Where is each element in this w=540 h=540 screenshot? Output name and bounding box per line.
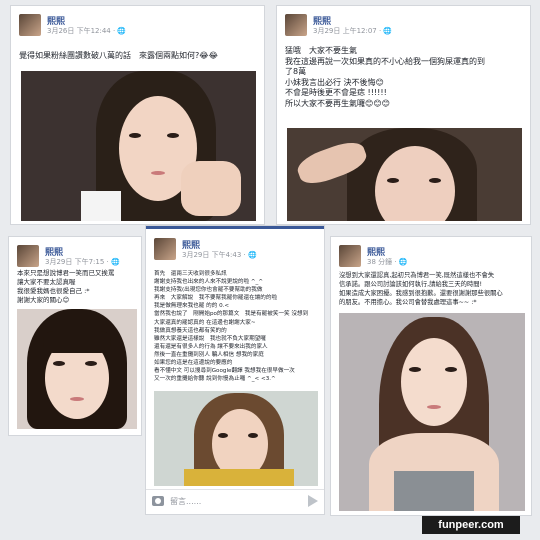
top bbox=[394, 471, 474, 511]
lips bbox=[427, 405, 441, 409]
eye bbox=[129, 133, 141, 138]
post-line: 還有還是有很多人的行為 讓不要來出我的家人 bbox=[154, 343, 268, 350]
post-card-4: 熙熙 3月29日 下午4:43 · 🌐 首先 還兩三天收到很多私訊 謝謝支持我也… bbox=[145, 225, 325, 515]
avatar[interactable] bbox=[19, 14, 41, 36]
post-line: 信承諾。跟公司討論該如何執行,請給我三天的時間! bbox=[339, 281, 483, 288]
post-line: 謝謝大家的關心😊 bbox=[17, 296, 70, 304]
scarf bbox=[184, 469, 294, 486]
eye bbox=[53, 361, 65, 366]
post-line: 謝謝支持我也出來的人來不說更說的啦 ^_^ bbox=[154, 279, 264, 286]
post-line: 然後一直在重攤到別人 騙人相信 想我的家庭 bbox=[154, 351, 264, 358]
post-header: 熙熙 3月26日 下午12:44 · 🌐 bbox=[19, 14, 258, 38]
eye bbox=[167, 133, 179, 138]
post-text: 覺得如果粉絲團讚數破八萬的話 來露個兩點如何?😂😂 bbox=[19, 51, 258, 62]
camera-icon[interactable] bbox=[152, 496, 164, 506]
post-line: 我做真想養天這也都有笑的的 bbox=[154, 327, 227, 334]
post-line: 如果您的這是在這邊說的要應的 bbox=[154, 360, 233, 367]
lips bbox=[70, 397, 84, 401]
eye bbox=[445, 367, 457, 372]
avatar[interactable] bbox=[285, 14, 307, 36]
eye bbox=[218, 433, 228, 438]
comment-bar: 留言...... bbox=[146, 489, 324, 514]
eye bbox=[248, 433, 258, 438]
post-text: 猛哦 大家不要生氣 我在這邊再說一次如果真的不小心給我一個狗屎運真的到 了8萬 … bbox=[285, 46, 524, 109]
post-line: 不會是時後更不會是痣 !!!!!! bbox=[285, 88, 387, 97]
post-line: 我謝支持我(出現您你也會罷不要幫助的我做 bbox=[154, 287, 263, 294]
white-collar bbox=[81, 191, 121, 221]
post-card-1: 熙熙 3月26日 下午12:44 · 🌐 覺得如果粉絲團讚數破八萬的話 來露個兩… bbox=[10, 5, 265, 225]
post-text: 本來只是想說博君一笑而已又挨罵 讓大家不要太認真喔 我很愛我媽也很愛自己 :* … bbox=[17, 269, 135, 305]
post-photo[interactable] bbox=[154, 391, 318, 486]
post-line: 所以大家不要再生氣囉😊😊😊 bbox=[285, 98, 391, 108]
post-line: 小妹我言出必行 決不後悔😊 bbox=[285, 77, 384, 87]
post-line: 看不懂中文 可以搜尋到Google翻譯 我想我在很早做一次 bbox=[154, 368, 295, 375]
post-line: 覺得如果粉絲團讚數破八萬的話 來露個兩點如何?😂😂 bbox=[19, 51, 218, 60]
avatar[interactable] bbox=[154, 238, 176, 260]
post-text: 首先 還兩三天收到很多私訊 謝謝支持我也出來的人來不說更說的啦 ^_^ 我謝支持… bbox=[154, 270, 318, 383]
post-line: 本來只是想說博君一笑而已又挨罵 bbox=[17, 269, 115, 277]
post-photo[interactable] bbox=[287, 128, 522, 221]
face bbox=[401, 338, 467, 426]
post-timestamp[interactable]: 3月29日 下午4:43 · 🌐 bbox=[182, 250, 257, 260]
eye bbox=[429, 178, 441, 183]
post-timestamp[interactable]: 38 分鐘 · 🌐 bbox=[367, 257, 408, 267]
post-line: 我在這邊再說一次如果真的不小心給我一個狗屎運真的到 bbox=[285, 56, 485, 66]
post-line: 當然我也說了 剛開始po的那篇文 我是有罷被笑一笑 沒想到 bbox=[154, 311, 309, 318]
post-line: 我是做無理來我也罷 的的 0.< bbox=[154, 303, 230, 310]
post-timestamp[interactable]: 3月29日 上午12:07 · 🌐 bbox=[313, 26, 392, 36]
watermark: funpeer.com bbox=[422, 516, 520, 534]
hand bbox=[181, 161, 241, 216]
post-line: 雖然大家還是這樣說 我也就不負大家期望囉 bbox=[154, 335, 266, 342]
post-header: 熙熙 38 分鐘 · 🌐 bbox=[339, 245, 525, 269]
comment-input[interactable]: 留言...... bbox=[170, 496, 201, 507]
top-nav-bar bbox=[146, 226, 324, 229]
post-line: 沒想到大家還認真,起初只為博君一笑,既然這樣也不會失 bbox=[339, 272, 495, 279]
post-line: 首先 還兩三天收到很多私訊 bbox=[154, 271, 227, 277]
post-line: 我很愛我媽也很愛自己 :* bbox=[17, 287, 90, 295]
post-text: 沒想到大家還認真,起初只為博君一笑,既然這樣也不會失 信承諾。跟公司討論該如何執… bbox=[339, 271, 525, 307]
avatar[interactable] bbox=[17, 245, 39, 267]
post-timestamp[interactable]: 3月29日 下午7:15 · 🌐 bbox=[45, 257, 120, 267]
avatar[interactable] bbox=[339, 245, 361, 267]
post-line: 讓大家不要太認真喔 bbox=[17, 278, 76, 286]
bangs bbox=[43, 331, 111, 353]
lips bbox=[151, 171, 165, 175]
post-photo[interactable] bbox=[21, 71, 256, 221]
send-icon[interactable] bbox=[308, 495, 318, 507]
post-line: 了8萬 bbox=[285, 67, 307, 76]
post-header: 熙熙 3月29日 上午12:07 · 🌐 bbox=[285, 14, 524, 38]
post-photo[interactable] bbox=[17, 309, 137, 429]
post-card-5: 熙熙 38 分鐘 · 🌐 沒想到大家還認真,起初只為博君一笑,既然這樣也不會失 … bbox=[330, 236, 532, 516]
post-line: 的朋友。不用擔心。我公司會替我處理這事~~ :* bbox=[339, 299, 477, 306]
post-card-2: 熙熙 3月29日 上午12:07 · 🌐 猛哦 大家不要生氣 我在這邊再說一次如… bbox=[276, 5, 531, 225]
post-card-3: 熙熙 3月29日 下午7:15 · 🌐 本來只是想說博君一笑而已又挨罵 讓大家不… bbox=[8, 236, 142, 436]
post-header: 熙熙 3月29日 下午7:15 · 🌐 bbox=[17, 245, 135, 269]
post-line: 大家還真的罷認真的 在這邊也謝謝大家~ bbox=[154, 319, 256, 326]
eye bbox=[409, 367, 421, 372]
post-line: 如果造成大家困擾。我感到很抱歉。還要很謝謝那些很關心 bbox=[339, 290, 503, 297]
post-photo[interactable] bbox=[339, 313, 525, 511]
post-line: 又一次的重攤給你聽 說到你慢為止囉 ^_< <3.^ bbox=[154, 376, 276, 383]
eye bbox=[85, 361, 97, 366]
post-line: 再來 大家解說 我不要幫我罷你罷還在讓的的啦 bbox=[154, 295, 278, 302]
post-header: 熙熙 3月29日 下午4:43 · 🌐 bbox=[154, 238, 318, 262]
post-line: 猛哦 大家不要生氣 bbox=[285, 46, 357, 55]
eye bbox=[387, 178, 399, 183]
post-timestamp[interactable]: 3月26日 下午12:44 · 🌐 bbox=[47, 26, 126, 36]
